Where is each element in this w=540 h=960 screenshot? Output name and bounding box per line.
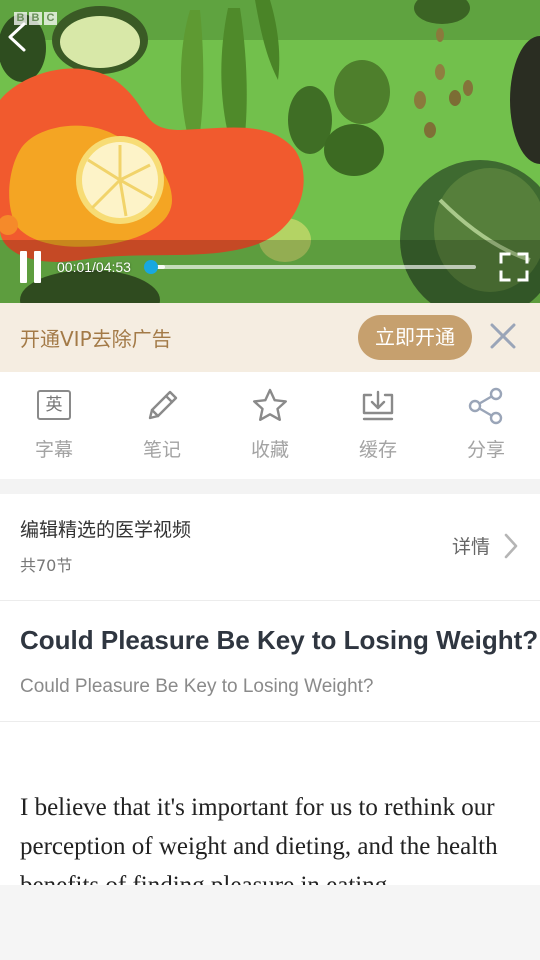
course-lesson-count: 共70节 [20,556,73,575]
vip-close-button[interactable] [488,321,518,351]
close-icon [490,323,516,349]
vip-banner: 开通VIP去除广告 立即开通 [0,303,540,372]
download-icon [362,390,394,421]
fullscreen-icon [499,252,529,282]
seek-bar[interactable] [144,260,476,274]
back-button[interactable] [4,20,32,54]
fullscreen-button[interactable] [499,252,529,282]
course-row[interactable]: 编辑精选的医学视频 共70节 详情 [0,494,540,600]
action-toolbar: 英 字幕 笔记 收藏 缓存 分享 [0,372,540,479]
notes-button[interactable]: 笔记 [108,372,216,479]
favorite-button[interactable]: 收藏 [216,372,324,479]
share-button[interactable]: 分享 [432,372,540,479]
section-gap [0,479,540,494]
bbc-logo-letter-3: C [44,12,57,25]
lesson-subtitle: Could Pleasure Be Key to Losing Weight? [20,676,374,697]
chevron-left-icon [8,22,26,52]
download-button[interactable]: 缓存 [324,372,432,479]
subtitle-button[interactable]: 英 字幕 [0,372,108,479]
seek-thumb[interactable] [144,260,159,274]
subtitle-glyph: 英 [37,390,71,420]
share-icon [468,387,503,425]
lesson-transcript: I believe that it's important for us to … [0,722,540,885]
transcript-paragraph: I believe that it's important for us to … [20,794,498,885]
course-title: 编辑精选的医学视频 [20,519,192,541]
favorite-label: 收藏 [250,439,289,461]
bottom-area [0,885,540,960]
chevron-right-icon [504,533,518,559]
lesson-title: Could Pleasure Be Key to Losing Weight? [20,625,539,655]
lesson-header: Could Pleasure Be Key to Losing Weight? … [0,601,540,721]
download-label: 缓存 [358,439,397,461]
subtitle-icon: 英 [34,386,74,426]
time-display: 00:01/04:53 [57,259,131,275]
subtitle-label: 字幕 [34,439,73,461]
pause-button[interactable] [18,251,44,283]
pencil-icon [148,390,178,420]
vip-promo-text: 开通VIP去除广告 [20,327,172,351]
share-label: 分享 [466,439,505,461]
notes-label: 笔记 [142,439,181,461]
vip-activate-button[interactable]: 立即开通 [358,315,472,360]
star-icon [252,388,287,421]
video-player[interactable]: B B C 00:01/04:53 [0,0,540,303]
video-frame [0,0,540,303]
details-link[interactable]: 详情 [452,535,490,559]
